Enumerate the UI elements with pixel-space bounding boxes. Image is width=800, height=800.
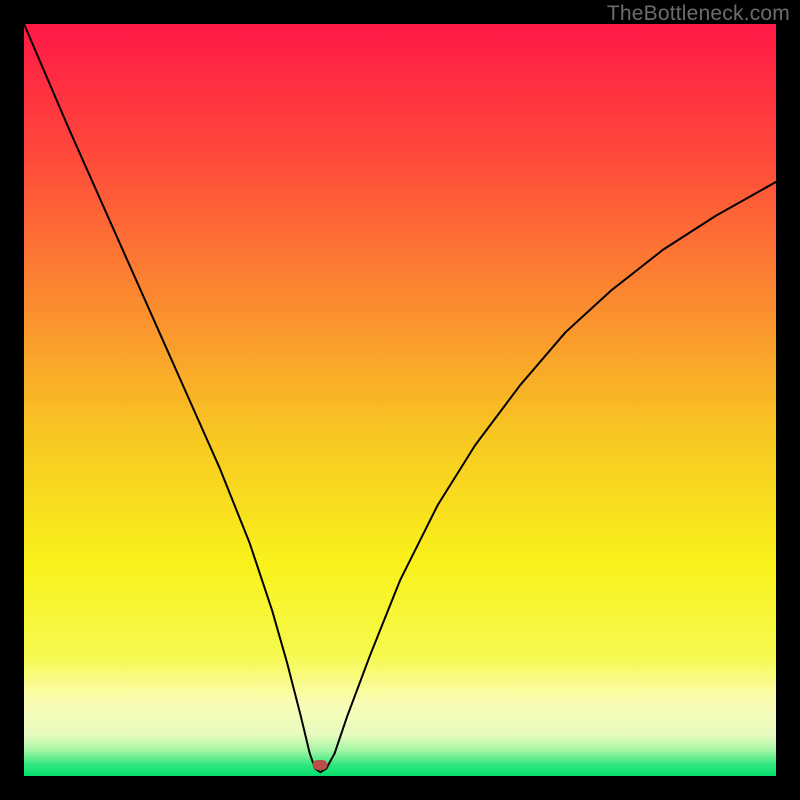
optimal-point-marker: [313, 760, 328, 770]
watermark-label: TheBottleneck.com: [607, 2, 790, 26]
chart-frame: [24, 24, 776, 776]
bottleneck-curve: [24, 24, 776, 776]
